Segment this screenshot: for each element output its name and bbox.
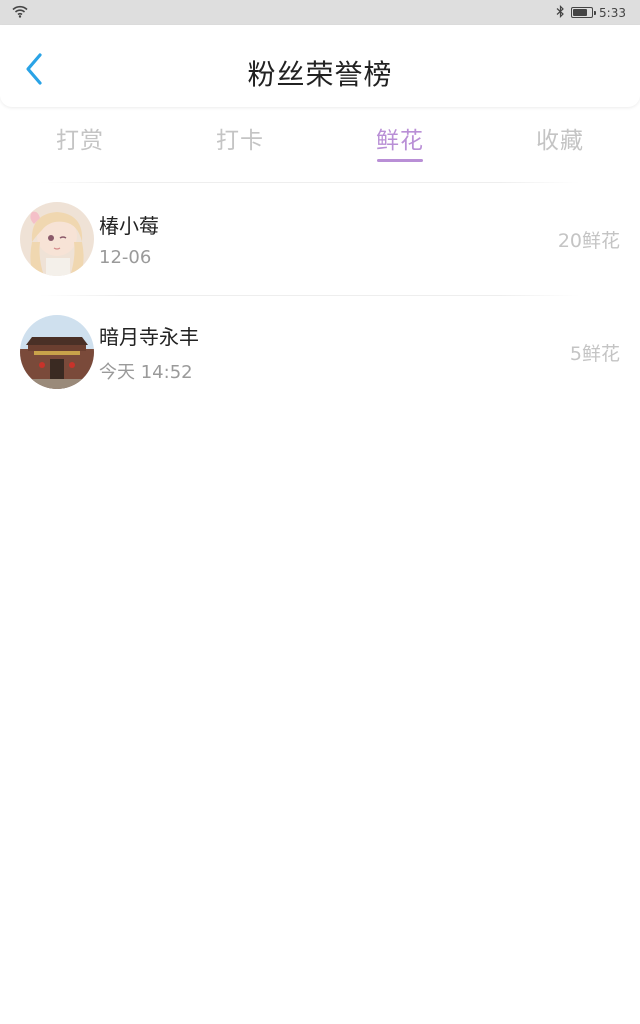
header: 粉丝荣誉榜 bbox=[0, 25, 640, 107]
bluetooth-icon bbox=[556, 4, 565, 21]
avatar[interactable] bbox=[20, 202, 94, 276]
tab-label: 鲜花 bbox=[376, 128, 424, 154]
tab-label: 收藏 bbox=[536, 128, 584, 154]
status-bar: 5:33 bbox=[0, 0, 640, 25]
fan-list: 椿小莓 12-06 20鲜花 暗月寺永丰 今天 14:52 5鲜花 bbox=[0, 182, 640, 408]
timestamp: 今天 14:52 bbox=[99, 361, 193, 383]
user-name: 暗月寺永丰 bbox=[99, 324, 199, 349]
page-title: 粉丝荣誉榜 bbox=[247, 58, 393, 91]
avatar[interactable] bbox=[20, 315, 94, 389]
list-item[interactable]: 椿小莓 12-06 20鲜花 bbox=[0, 183, 640, 295]
flower-count: 20鲜花 bbox=[557, 229, 620, 252]
status-time: 5:33 bbox=[599, 5, 626, 20]
wifi-icon bbox=[12, 5, 28, 21]
active-tab-indicator bbox=[377, 159, 423, 162]
battery-level bbox=[573, 9, 588, 16]
flower-count: 5鲜花 bbox=[569, 342, 620, 365]
battery-icon bbox=[571, 7, 597, 18]
user-name: 椿小莓 bbox=[99, 214, 159, 238]
row-text: 暗月寺永丰 今天 14:52 bbox=[99, 321, 199, 384]
tab-favorites[interactable]: 收藏 bbox=[480, 107, 640, 167]
tab-reward[interactable]: 打赏 bbox=[0, 107, 160, 167]
tab-bar: 打赏 打卡 鲜花 收藏 bbox=[0, 107, 640, 167]
row-text: 椿小莓 12-06 bbox=[99, 210, 159, 268]
tab-label: 打卡 bbox=[216, 128, 264, 154]
timestamp: 12-06 bbox=[99, 247, 152, 268]
tab-flowers[interactable]: 鲜花 bbox=[320, 107, 480, 167]
tab-label: 打赏 bbox=[56, 128, 104, 154]
tab-checkin[interactable]: 打卡 bbox=[160, 107, 320, 167]
list-item[interactable]: 暗月寺永丰 今天 14:52 5鲜花 bbox=[0, 296, 640, 408]
